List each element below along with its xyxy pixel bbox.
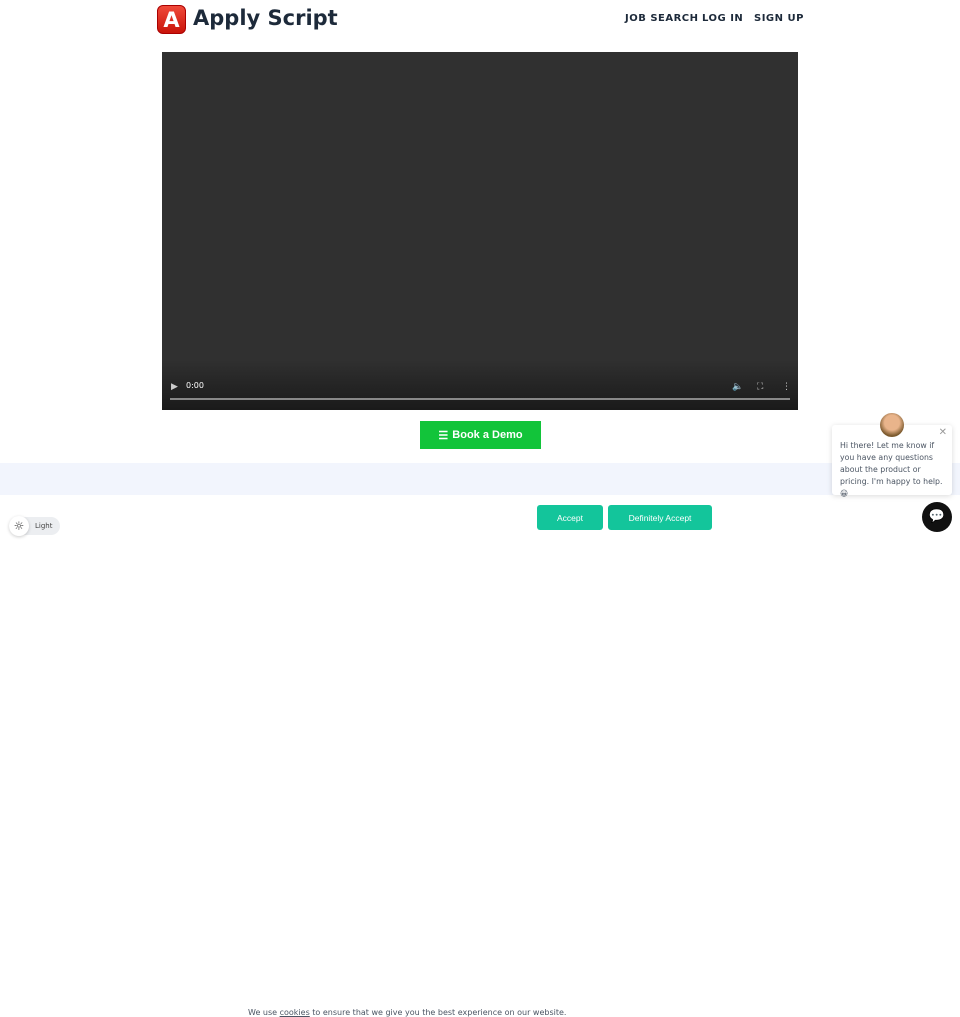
cookies-link[interactable]: cookies bbox=[280, 1008, 310, 1017]
nav-job-search[interactable]: JOB SEARCH bbox=[625, 13, 699, 24]
nav-log-in[interactable]: LOG IN bbox=[702, 13, 743, 24]
chat-message: Hi there! Let me know if you have any qu… bbox=[840, 441, 943, 498]
video-player[interactable]: ▶ 0:00 🔈 ⛶ ⋮ bbox=[162, 52, 798, 410]
brand-name[interactable]: Apply Script bbox=[193, 6, 338, 30]
fullscreen-icon[interactable]: ⛶ bbox=[757, 382, 763, 392]
accept-button[interactable]: Accept bbox=[537, 505, 603, 530]
definitely-accept-button[interactable]: Definitely Accept bbox=[608, 505, 712, 530]
theme-label: Light bbox=[35, 522, 53, 530]
volume-icon[interactable]: 🔈 bbox=[732, 382, 743, 392]
sun-icon: ☼ bbox=[9, 516, 29, 536]
header: A Apply Script JOB SEARCH LOG IN SIGN UP bbox=[0, 0, 960, 40]
logo[interactable]: A bbox=[157, 5, 186, 34]
video-time: 0:00 bbox=[186, 381, 204, 390]
book-demo-button[interactable]: ☰ Book a Demo bbox=[420, 421, 541, 449]
avatar bbox=[880, 413, 904, 437]
cookie-banner: We use cookies to ensure that we give yo… bbox=[0, 495, 960, 1017]
video-progress-bar[interactable] bbox=[170, 398, 790, 400]
theme-toggle[interactable]: ☼ Light bbox=[9, 516, 60, 536]
book-demo-label: Book a Demo bbox=[452, 429, 523, 441]
play-icon[interactable]: ▶ bbox=[171, 382, 178, 392]
more-icon[interactable]: ⋮ bbox=[782, 382, 791, 392]
nav-sign-up[interactable]: SIGN UP bbox=[754, 13, 804, 24]
close-icon[interactable]: ✕ bbox=[939, 427, 947, 438]
video-controls: ▶ 0:00 🔈 ⛶ ⋮ bbox=[162, 360, 798, 410]
chat-icon[interactable]: 💬 bbox=[922, 502, 952, 532]
cookie-text: We use cookies to ensure that we give yo… bbox=[248, 1008, 567, 1017]
list-icon: ☰ bbox=[438, 429, 449, 442]
